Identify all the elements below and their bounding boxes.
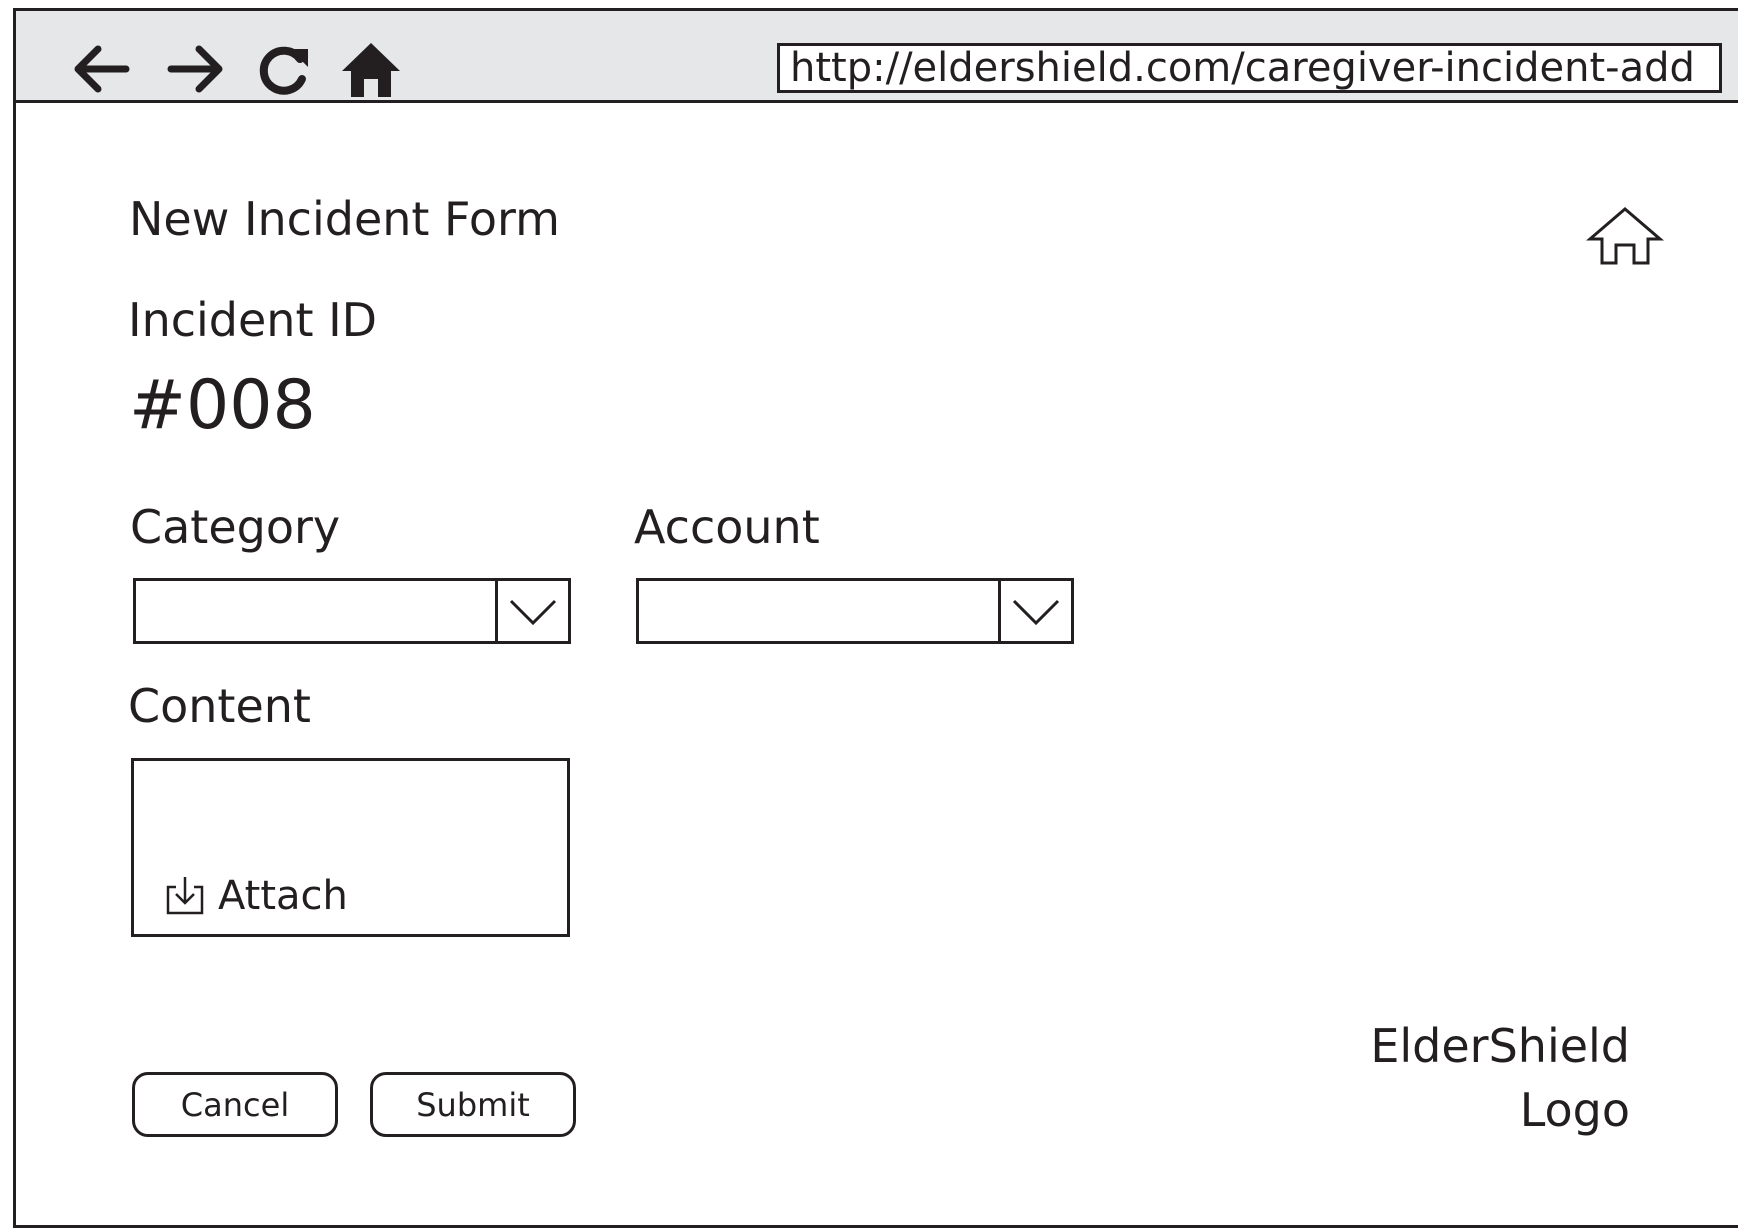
eldershield-logo: ElderShield Logo bbox=[1370, 1014, 1630, 1142]
reload-icon[interactable] bbox=[254, 37, 314, 101]
content-label: Content bbox=[128, 679, 311, 733]
address-bar[interactable]: http://eldershield.com/caregiver-inciden… bbox=[777, 43, 1722, 93]
chevron-down-icon bbox=[509, 599, 557, 626]
logo-line-2: Logo bbox=[1519, 1083, 1630, 1137]
incident-id-label: Incident ID bbox=[128, 293, 378, 347]
attach-button[interactable]: Attach bbox=[164, 871, 348, 921]
browser-toolbar: http://eldershield.com/caregiver-inciden… bbox=[13, 8, 1738, 103]
category-label: Category bbox=[130, 500, 341, 554]
page-title: New Incident Form bbox=[129, 192, 560, 246]
category-dropdown-button[interactable] bbox=[495, 581, 568, 641]
home-icon[interactable] bbox=[338, 37, 404, 101]
content-textarea[interactable]: Attach bbox=[131, 758, 570, 937]
download-tray-icon bbox=[166, 877, 204, 915]
logo-line-1: ElderShield bbox=[1370, 1019, 1630, 1073]
forward-arrow-icon[interactable] bbox=[161, 37, 231, 101]
back-arrow-icon[interactable] bbox=[66, 37, 136, 101]
category-select[interactable] bbox=[133, 578, 571, 644]
submit-button[interactable]: Submit bbox=[370, 1072, 576, 1137]
account-select[interactable] bbox=[636, 578, 1074, 644]
cancel-button[interactable]: Cancel bbox=[132, 1072, 338, 1137]
chevron-down-icon bbox=[1012, 599, 1060, 626]
account-dropdown-button[interactable] bbox=[998, 581, 1071, 641]
incident-id-value: #008 bbox=[129, 366, 316, 445]
attach-label: Attach bbox=[218, 873, 348, 919]
account-label: Account bbox=[634, 500, 820, 554]
home-outline-icon[interactable] bbox=[1586, 205, 1664, 267]
